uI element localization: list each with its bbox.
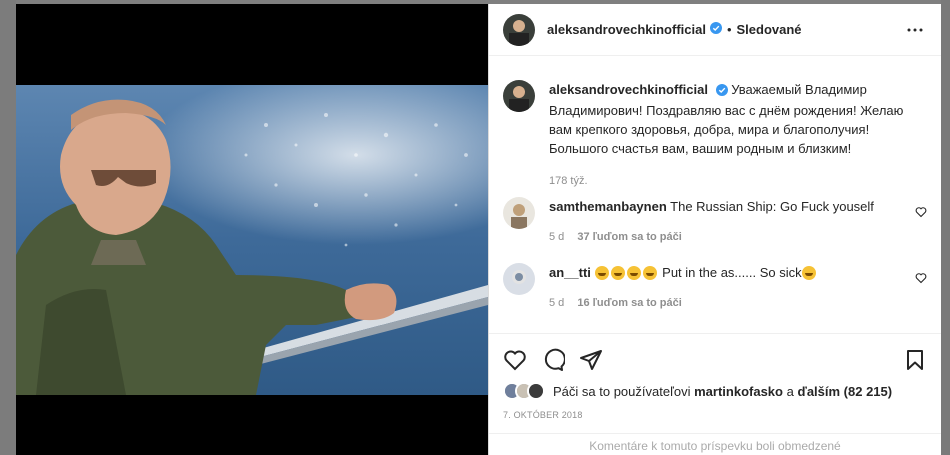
comment-heart-icon[interactable] [915,271,927,289]
page-backdrop-left [0,0,16,455]
likes-prefix: Páči sa to používateľovi [553,383,691,399]
photo-image [16,85,488,395]
comment-text: Put in the as...... So sick [662,265,802,280]
post-date[interactable]: 7. OKTÓBER 2018 [503,410,927,420]
post-side-panel: aleksandrovechkinofficial • Sledované al… [488,4,941,455]
bookmark-icon[interactable] [903,348,927,377]
caption-age[interactable]: 178 týž. [549,175,588,187]
liker-avatar[interactable] [527,382,545,400]
emoji-laugh-icon [594,266,609,280]
comments-section: aleksandrovechkinofficial Уважаемый Влад… [489,57,941,332]
comment-row: an__tti Put in the as...... So sick 5 d … [489,263,941,313]
verified-badge-icon [709,21,722,39]
commenter-avatar[interactable] [503,197,535,229]
follow-status-button[interactable]: Sledované [737,22,802,37]
comment-age[interactable]: 5 d [549,231,564,243]
emoji-laugh-icon [610,266,625,280]
verified-badge-icon [715,82,728,101]
post-actions: Páči sa to používateľovi martinkofasko a… [489,333,941,420]
likes-summary: Páči sa to používateľovi martinkofasko a… [503,382,927,400]
comment-likes[interactable]: 16 ľuďom sa to páči [577,297,681,309]
author-avatar[interactable] [503,13,535,46]
likes-and: a [786,383,794,399]
separator-dot: • [726,22,732,37]
heart-icon[interactable] [503,348,527,372]
comment-heart-icon[interactable] [915,205,927,223]
comment-age[interactable]: 5 d [549,297,564,309]
commenter-avatar[interactable] [503,263,535,295]
emoji-laugh-icon [626,266,641,280]
share-icon[interactable] [579,348,603,372]
comments-limited-notice: Komentáre k tomuto príspevku boli obmedz… [489,433,941,455]
comment-icon[interactable] [541,348,565,372]
page-backdrop-right [941,0,950,455]
emoji-sad-icon [801,266,816,280]
post-header: aleksandrovechkinofficial • Sledované [489,4,941,56]
post-photo[interactable] [16,85,488,395]
caption-row: aleksandrovechkinofficial Уважаемый Влад… [489,57,941,191]
post-modal: aleksandrovechkinofficial • Sledované al… [16,4,941,455]
emoji-laugh-icon [642,266,657,280]
commenter-username[interactable]: samthemanbaynen [549,199,667,214]
caption-avatar[interactable] [503,80,535,112]
comment-likes[interactable]: 37 ľuďom sa to páči [577,231,681,243]
post-media [16,4,488,455]
likes-others-link[interactable]: ďalším (82 215) [797,384,892,399]
comment-row: samthemanbaynen The Russian Ship: Go Fuc… [489,197,941,247]
commenter-username[interactable]: an__tti [549,265,591,280]
likes-user-link[interactable]: martinkofasko [694,384,783,399]
more-options-icon[interactable] [903,18,927,47]
author-username[interactable]: aleksandrovechkinofficial [547,22,706,37]
comment-text: The Russian Ship: Go Fuck youself [670,199,874,214]
caption-username[interactable]: aleksandrovechkinofficial [549,82,708,97]
